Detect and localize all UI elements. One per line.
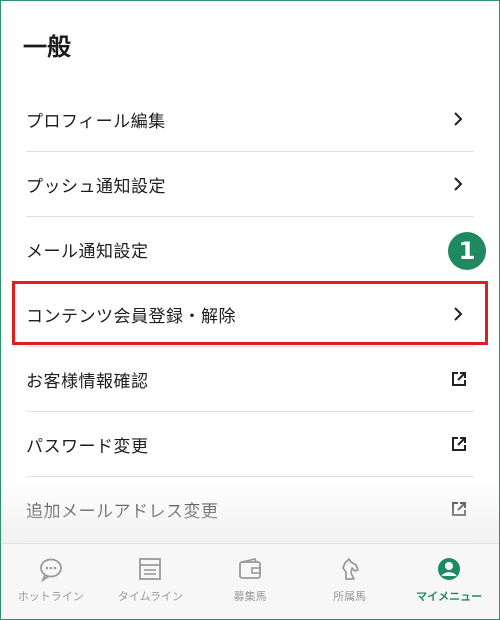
menu-item-label: メール通知設定 <box>26 241 149 262</box>
settings-menu: プロフィール編集 プッシュ通知設定 メール通知設定 コンテンツ会員登録・解除 お… <box>1 87 499 542</box>
menu-item-profile-edit[interactable]: プロフィール編集 <box>26 87 474 152</box>
horse-icon <box>341 558 359 580</box>
tab-label: 募集馬 <box>233 590 267 603</box>
tab-label: 所属馬 <box>333 590 367 603</box>
tab-recruit-horses[interactable]: 募集馬 <box>200 544 300 619</box>
menu-item-password-change[interactable]: パスワード変更 <box>26 412 474 477</box>
tab-label: マイメニュー <box>416 590 483 603</box>
chevron-right-icon <box>454 307 463 321</box>
timeline-icon <box>139 558 162 580</box>
menu-item-push-notification[interactable]: プッシュ通知設定 <box>26 152 474 217</box>
tab-label: タイムライン <box>117 590 183 603</box>
menu-item-label: パスワード変更 <box>26 436 149 457</box>
chat-bubble-icon <box>39 558 62 582</box>
menu-item-label: 追加メールアドレス変更 <box>26 501 219 522</box>
section-title: 一般 <box>23 33 71 61</box>
bottom-tab-bar: ホットライン タイムライン 募集馬 所属馬 マイメニュー <box>1 543 499 619</box>
external-link-icon <box>452 372 466 386</box>
menu-item-mail-notification[interactable]: メール通知設定 <box>26 217 474 282</box>
menu-item-label: プッシュ通知設定 <box>26 176 166 197</box>
external-link-icon <box>452 437 466 451</box>
tab-owned-horses[interactable]: 所属馬 <box>300 544 400 619</box>
menu-item-customer-info[interactable]: お客様情報確認 <box>26 347 474 412</box>
menu-item-label: お客様情報確認 <box>26 371 149 392</box>
external-link-icon <box>452 502 466 516</box>
chevron-right-icon <box>454 177 463 191</box>
menu-item-additional-email[interactable]: 追加メールアドレス変更 <box>26 477 474 542</box>
tab-my-menu[interactable]: マイメニュー <box>399 544 499 619</box>
user-icon <box>438 558 461 580</box>
app-frame: 一般 プロフィール編集 プッシュ通知設定 メール通知設定 コンテンツ会員登録・解… <box>0 0 500 620</box>
menu-item-content-membership[interactable]: コンテンツ会員登録・解除 <box>26 282 474 347</box>
tab-label: ホットライン <box>17 590 84 603</box>
tab-hotline[interactable]: ホットライン <box>1 544 101 619</box>
chevron-right-icon <box>454 112 463 126</box>
wallet-icon <box>239 558 261 579</box>
menu-item-label: コンテンツ会員登録・解除 <box>26 306 236 327</box>
tab-timeline[interactable]: タイムライン <box>101 544 201 619</box>
menu-item-label: プロフィール編集 <box>26 111 166 132</box>
step-badge: 1 <box>448 232 486 270</box>
